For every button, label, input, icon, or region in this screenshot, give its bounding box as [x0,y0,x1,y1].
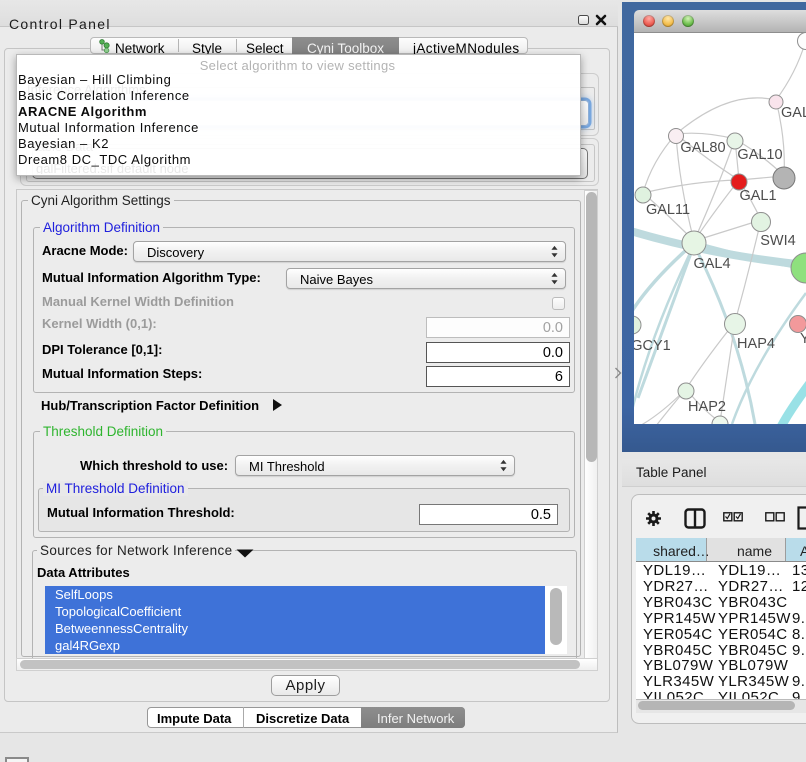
svg-text:GAL1: GAL1 [739,188,776,204]
svg-text:HAP4: HAP4 [737,336,775,352]
svg-text:GAL80: GAL80 [680,140,725,156]
svg-text:GAL7: GAL7 [781,105,806,121]
svg-text:SWI4: SWI4 [760,233,795,249]
svg-text:Y: Y [800,331,806,347]
svg-text:GAL10: GAL10 [737,147,782,163]
svg-text:GAL4: GAL4 [693,256,730,272]
svg-text:GCY1: GCY1 [634,338,671,354]
svg-text:GAL11: GAL11 [646,202,690,218]
svg-text:HAP2: HAP2 [688,399,726,415]
